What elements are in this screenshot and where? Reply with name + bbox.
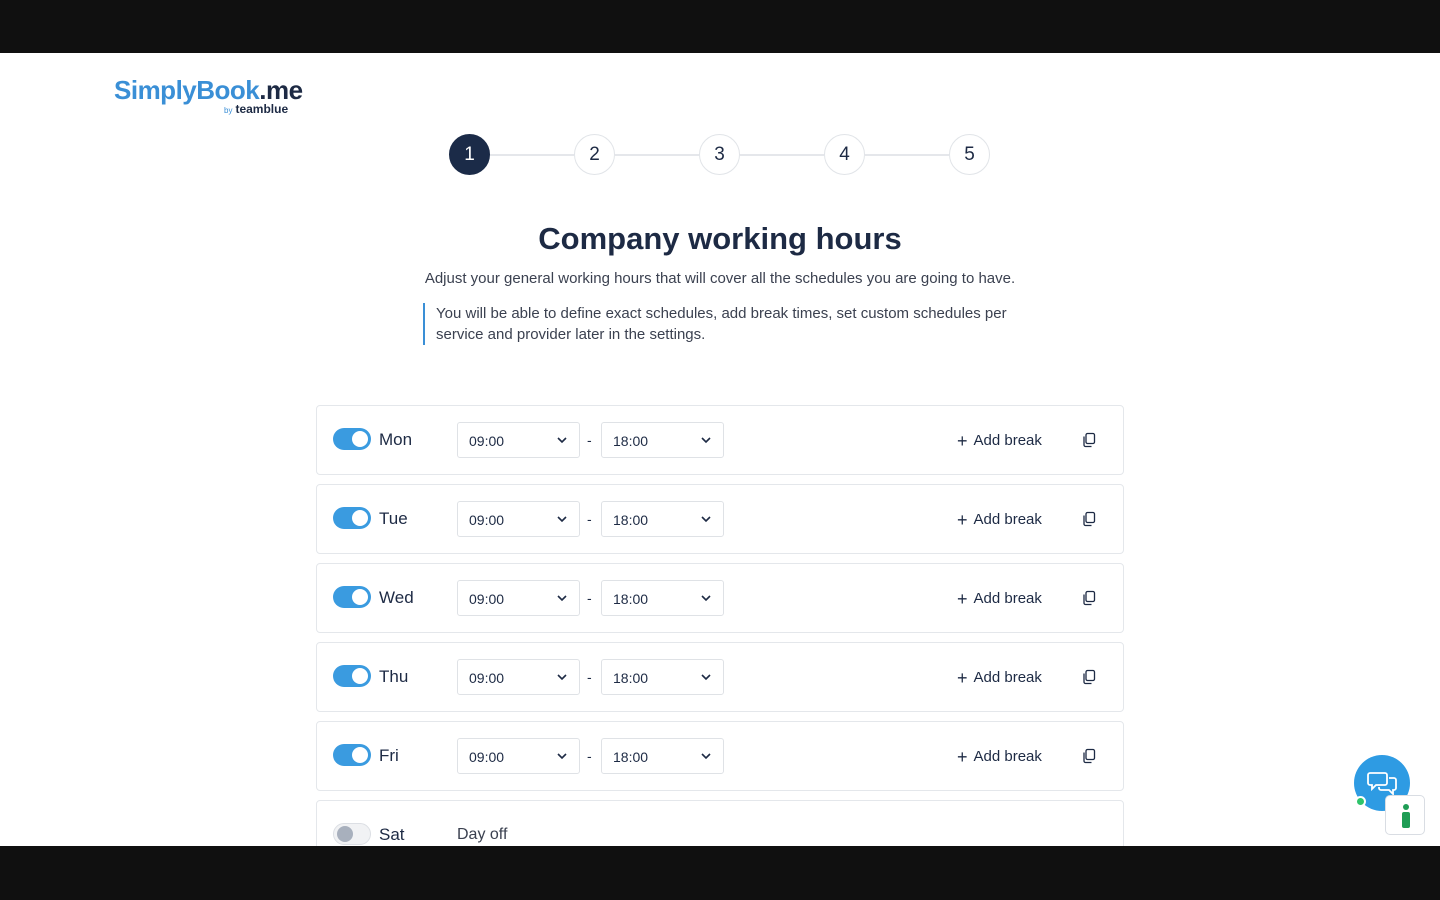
copy-icon[interactable] [1081,511,1097,527]
day-toggle-thu[interactable] [333,665,371,687]
copy-icon[interactable] [1081,669,1097,685]
plus-icon: + [957,746,968,767]
time-separator: - [587,511,592,527]
day-row-mon: Mon 09:00 - 18:00 + Add break [316,405,1124,475]
day-toggle-wed[interactable] [333,586,371,608]
add-break-label: Add break [973,669,1042,686]
step-2[interactable]: 2 [574,134,615,175]
page-subtitle: Adjust your general working hours that w… [424,270,1016,287]
time-separator: - [587,590,592,606]
setup-page: SimplyBook.me by teamblue 1 2 3 4 5 Compa… [0,53,1440,846]
add-break-label: Add break [973,511,1042,528]
step-3[interactable]: 3 [699,134,740,175]
plus-icon: + [957,509,968,530]
chevron-down-icon [701,595,711,602]
chat-icon [1367,772,1397,797]
day-toggle-sat[interactable] [333,823,371,845]
step-connector [615,154,699,156]
end-time-value: 18:00 [613,433,649,449]
day-label: Tue [379,509,408,528]
step-1[interactable]: 1 [449,134,490,175]
start-time-value: 09:00 [469,591,505,607]
end-time-select[interactable]: 18:00 [601,738,724,774]
start-time-value: 09:00 [469,512,505,528]
day-row-thu: Thu 09:00 - 18:00 + Add break [316,642,1124,712]
day-toggle-tue[interactable] [333,507,371,529]
day-toggle-fri[interactable] [333,744,371,766]
end-time-value: 18:00 [613,512,649,528]
start-time-select[interactable]: 09:00 [457,659,580,695]
step-5[interactable]: 5 [949,134,990,175]
copy-icon[interactable] [1081,748,1097,764]
end-time-select[interactable]: 18:00 [601,659,724,695]
copy-icon[interactable] [1081,432,1097,448]
step-connector [490,154,574,156]
day-row-wed: Wed 09:00 - 18:00 + Add break [316,563,1124,633]
add-break-button[interactable]: + Add break [957,746,1042,767]
step-connector [865,154,949,156]
chevron-down-icon [557,437,567,444]
chevron-down-icon [557,753,567,760]
start-time-select[interactable]: 09:00 [457,580,580,616]
chevron-down-icon [557,516,567,523]
start-time-value: 09:00 [469,749,505,765]
end-time-select[interactable]: 18:00 [601,501,724,537]
chevron-down-icon [557,595,567,602]
day-label: Wed [379,588,414,607]
day-label: Fri [379,746,399,765]
add-break-button[interactable]: + Add break [957,509,1042,530]
top-letterbox [0,0,1440,53]
day-label: Sat [379,825,405,844]
step-connector [740,154,824,156]
chevron-down-icon [701,516,711,523]
day-row-sat: Sat Day off [316,800,1124,846]
info-note: You will be able to define exact schedul… [423,303,1023,345]
plus-icon: + [957,430,968,451]
chevron-down-icon [701,437,711,444]
add-break-button[interactable]: + Add break [957,588,1042,609]
add-break-label: Add break [973,748,1042,765]
start-time-value: 09:00 [469,433,505,449]
start-time-select[interactable]: 09:00 [457,501,580,537]
chevron-down-icon [701,753,711,760]
start-time-select[interactable]: 09:00 [457,738,580,774]
time-separator: - [587,669,592,685]
add-break-label: Add break [973,432,1042,449]
bottom-letterbox [0,846,1440,900]
day-label: Mon [379,430,413,449]
start-time-value: 09:00 [469,670,505,686]
time-separator: - [587,432,592,448]
end-time-value: 18:00 [613,670,649,686]
end-time-select[interactable]: 18:00 [601,580,724,616]
stepper: 1 2 3 4 5 [449,134,991,176]
end-time-select[interactable]: 18:00 [601,422,724,458]
chevron-down-icon [557,674,567,681]
end-time-value: 18:00 [613,591,649,607]
copy-icon[interactable] [1081,590,1097,606]
chevron-down-icon [701,674,711,681]
accessibility-button[interactable] [1385,795,1425,835]
end-time-value: 18:00 [613,749,649,765]
plus-icon: + [957,667,968,688]
add-break-button[interactable]: + Add break [957,430,1042,451]
logo-byline: by teamblue [224,102,289,116]
online-status-dot [1355,796,1366,807]
day-row-fri: Fri 09:00 - 18:00 + Add break [316,721,1124,791]
logo[interactable]: SimplyBook.me by teamblue [114,75,304,119]
accessibility-icon [1402,804,1410,828]
day-off-label: Day off [457,826,508,843]
day-label: Thu [379,667,409,686]
page-title: Company working hours [538,221,902,256]
day-toggle-mon[interactable] [333,428,371,450]
start-time-select[interactable]: 09:00 [457,422,580,458]
add-break-button[interactable]: + Add break [957,667,1042,688]
time-separator: - [587,748,592,764]
plus-icon: + [957,588,968,609]
step-4[interactable]: 4 [824,134,865,175]
add-break-label: Add break [973,590,1042,607]
day-row-tue: Tue 09:00 - 18:00 + Add break [316,484,1124,554]
